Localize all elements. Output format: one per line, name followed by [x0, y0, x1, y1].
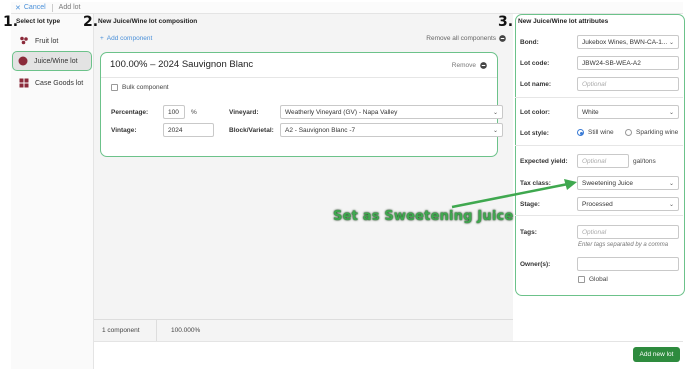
chevron-down-icon: ⌄	[492, 109, 498, 116]
percentage-label: Percentage:	[111, 109, 149, 116]
cancel-link[interactable]: ✕ Cancel	[15, 4, 46, 12]
block-varietal-label: Block/Varietal:	[229, 127, 274, 134]
add-component-button[interactable]: + Add component	[100, 35, 152, 42]
vineyard-label: Vineyard:	[229, 109, 259, 116]
lot-style-label: Lot style:	[520, 130, 549, 137]
owners-label: Owner(s):	[520, 261, 551, 268]
percentage-input[interactable]: 100	[163, 105, 185, 119]
add-new-lot-button[interactable]: Add new lot	[633, 347, 680, 362]
component-count: 1 component	[102, 327, 140, 334]
lot-type-juice-wine[interactable]: Juice/Wine lot	[12, 51, 92, 71]
lot-type-case-goods[interactable]: Case Goods lot	[14, 73, 91, 93]
expected-yield-label: Expected yield:	[520, 158, 568, 165]
annotation-arrow-icon	[451, 179, 577, 209]
lot-style-sparkling-option[interactable]: Sparkling wine	[625, 129, 678, 136]
block-varietal-select[interactable]: A2 - Sauvignon Blanc -7 ⌄	[280, 123, 503, 137]
bond-select[interactable]: Jukebox Wines, BWN-CA-1... ⌄	[577, 35, 679, 49]
lot-type-fruit[interactable]: Fruit lot	[14, 31, 91, 51]
divider	[515, 145, 683, 146]
radio-unselected[interactable]	[625, 129, 632, 136]
radio-selected[interactable]	[577, 129, 584, 136]
lot-code-label: Lot code:	[520, 60, 550, 67]
divider	[101, 77, 497, 78]
plus-icon: +	[100, 35, 104, 42]
remove-circle-icon	[499, 35, 506, 42]
lot-name-input[interactable]: Optional	[577, 77, 679, 91]
component-card: 100.00% – 2024 Sauvignon Blanc Remove Bu…	[100, 52, 503, 157]
chevron-down-icon: ⌄	[668, 109, 674, 116]
grapes-icon	[20, 36, 28, 45]
lot-code-input[interactable]: JBW24-SB-WEA-A2	[577, 56, 679, 70]
step-two-marker: 2.	[83, 14, 99, 30]
tags-input[interactable]: Optional	[577, 225, 679, 239]
component-title: 100.00% – 2024 Sauvignon Blanc	[110, 59, 254, 70]
tags-hint: Enter tags separated by a comma	[578, 242, 669, 248]
bond-label: Bond:	[520, 39, 539, 46]
stage-select[interactable]: Processed ⌄	[577, 197, 679, 211]
component-total-percent: 100.000%	[171, 327, 201, 334]
breadcrumb: Add lot	[58, 4, 81, 11]
remove-component-button[interactable]: Remove	[452, 62, 487, 69]
lot-type-title: Select lot type	[16, 18, 61, 25]
composition-title: New Juice/Wine lot composition	[98, 18, 198, 25]
step-three-marker: 3.	[498, 14, 514, 30]
lot-color-select[interactable]: White ⌄	[577, 105, 679, 119]
action-bar	[94, 341, 683, 369]
expected-yield-input[interactable]: Optional	[577, 154, 629, 168]
vineyard-select[interactable]: Weatherly Vineyard (GV) - Napa Valley ⌄	[280, 105, 503, 119]
tax-class-select[interactable]: Sweetening Juice ⌄	[577, 176, 679, 190]
global-option[interactable]: Global	[578, 276, 608, 283]
chevron-down-icon: ⌄	[668, 201, 674, 208]
remove-all-components-button[interactable]: Remove all components	[426, 35, 506, 42]
remove-circle-icon	[480, 62, 487, 69]
vintage-input[interactable]: 2024	[163, 123, 214, 137]
grid-icon	[19, 78, 29, 88]
lot-style-still-option[interactable]: Still wine	[577, 129, 614, 136]
circle-icon	[18, 56, 28, 66]
composition-footer: 1 component 100.000%	[94, 319, 513, 342]
divider	[515, 97, 683, 98]
attributes-title: New Juice/Wine lot attributes	[518, 18, 609, 25]
bulk-component-checkbox[interactable]	[111, 84, 118, 91]
tags-label: Tags:	[520, 229, 537, 236]
vintage-label: Vintage:	[111, 127, 137, 134]
top-bar: ✕ Cancel Add lot	[11, 2, 683, 14]
global-checkbox[interactable]	[578, 276, 585, 283]
annotation-label: Set as Sweetening Juice	[333, 209, 514, 224]
yield-unit: gal/tons	[633, 158, 656, 165]
owners-input[interactable]	[577, 257, 679, 271]
lot-color-label: Lot color:	[520, 109, 550, 116]
chevron-down-icon: ⌄	[668, 39, 674, 46]
chevron-down-icon: ⌄	[492, 127, 498, 134]
divider	[515, 215, 683, 216]
percentage-unit: %	[191, 109, 197, 116]
divider	[51, 3, 53, 12]
bulk-component-option[interactable]: Bulk component	[111, 84, 169, 91]
chevron-down-icon: ⌄	[668, 180, 674, 187]
lot-name-label: Lot name:	[520, 81, 552, 88]
close-icon: ✕	[15, 4, 21, 12]
